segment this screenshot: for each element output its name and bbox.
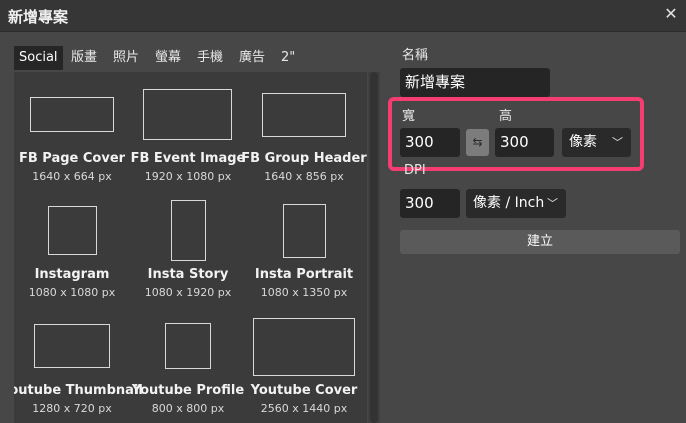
title-bar: 新增專案 ✕ <box>0 0 686 32</box>
dpi-label: DPI <box>404 163 426 178</box>
preset-size: 1080 x 1350 px <box>260 286 348 299</box>
name-input[interactable]: 新增專案 <box>400 68 550 97</box>
tab-more[interactable]: 2" <box>281 46 295 70</box>
dimensions-highlight <box>388 97 644 171</box>
tab-print[interactable]: 版畫 <box>71 46 97 70</box>
tab-mobile[interactable]: 手機 <box>197 46 223 70</box>
create-button[interactable]: 建立 <box>400 230 680 254</box>
preset-fb-group-header[interactable]: FB Group Header 1640 x 856 px <box>241 72 367 192</box>
preset-youtube-cover[interactable]: Youtube Cover 2560 x 1440 px <box>246 310 362 423</box>
preset-thumbnail <box>143 89 232 140</box>
scrollbar-thumb[interactable] <box>370 72 378 423</box>
close-icon[interactable]: ✕ <box>662 4 680 24</box>
preset-size: 2560 x 1440 px <box>260 402 348 415</box>
preset-insta-portrait[interactable]: Insta Portrait 1080 x 1350 px <box>246 192 362 310</box>
preset-size: 1640 x 856 px <box>264 170 344 183</box>
window-title: 新增專案 <box>8 8 69 26</box>
dpi-unit-select[interactable]: 像素 / Inch ﹀ <box>466 189 566 218</box>
preset-thumbnail <box>30 97 114 132</box>
preset-name: Youtube Cover <box>250 383 358 398</box>
preset-thumbnail <box>171 200 206 261</box>
preset-thumbnail <box>34 324 110 368</box>
tab-photo[interactable]: 照片 <box>113 46 139 70</box>
preset-grid: FB Page Cover 1640 x 664 px FB Event Ima… <box>14 72 367 423</box>
tab-social[interactable]: Social <box>14 46 63 70</box>
dpi-input[interactable]: 300 <box>400 189 460 218</box>
preset-thumbnail <box>262 93 346 137</box>
tab-ads[interactable]: 廣告 <box>239 46 265 70</box>
dpi-unit-select-value: 像素 / Inch <box>473 195 545 211</box>
preset-thumbnail <box>165 323 211 369</box>
chevron-down-icon: ﹀ <box>547 197 558 210</box>
preset-thumbnail <box>48 206 97 255</box>
preset-name: FB Group Header <box>241 151 367 166</box>
tab-screen[interactable]: 螢幕 <box>155 46 181 70</box>
preset-name: Insta Portrait <box>254 267 354 282</box>
preset-thumbnail <box>253 318 355 376</box>
preset-scrollbar[interactable] <box>368 72 380 423</box>
preset-thumbnail <box>283 204 326 258</box>
name-label: 名稱 <box>402 48 429 63</box>
